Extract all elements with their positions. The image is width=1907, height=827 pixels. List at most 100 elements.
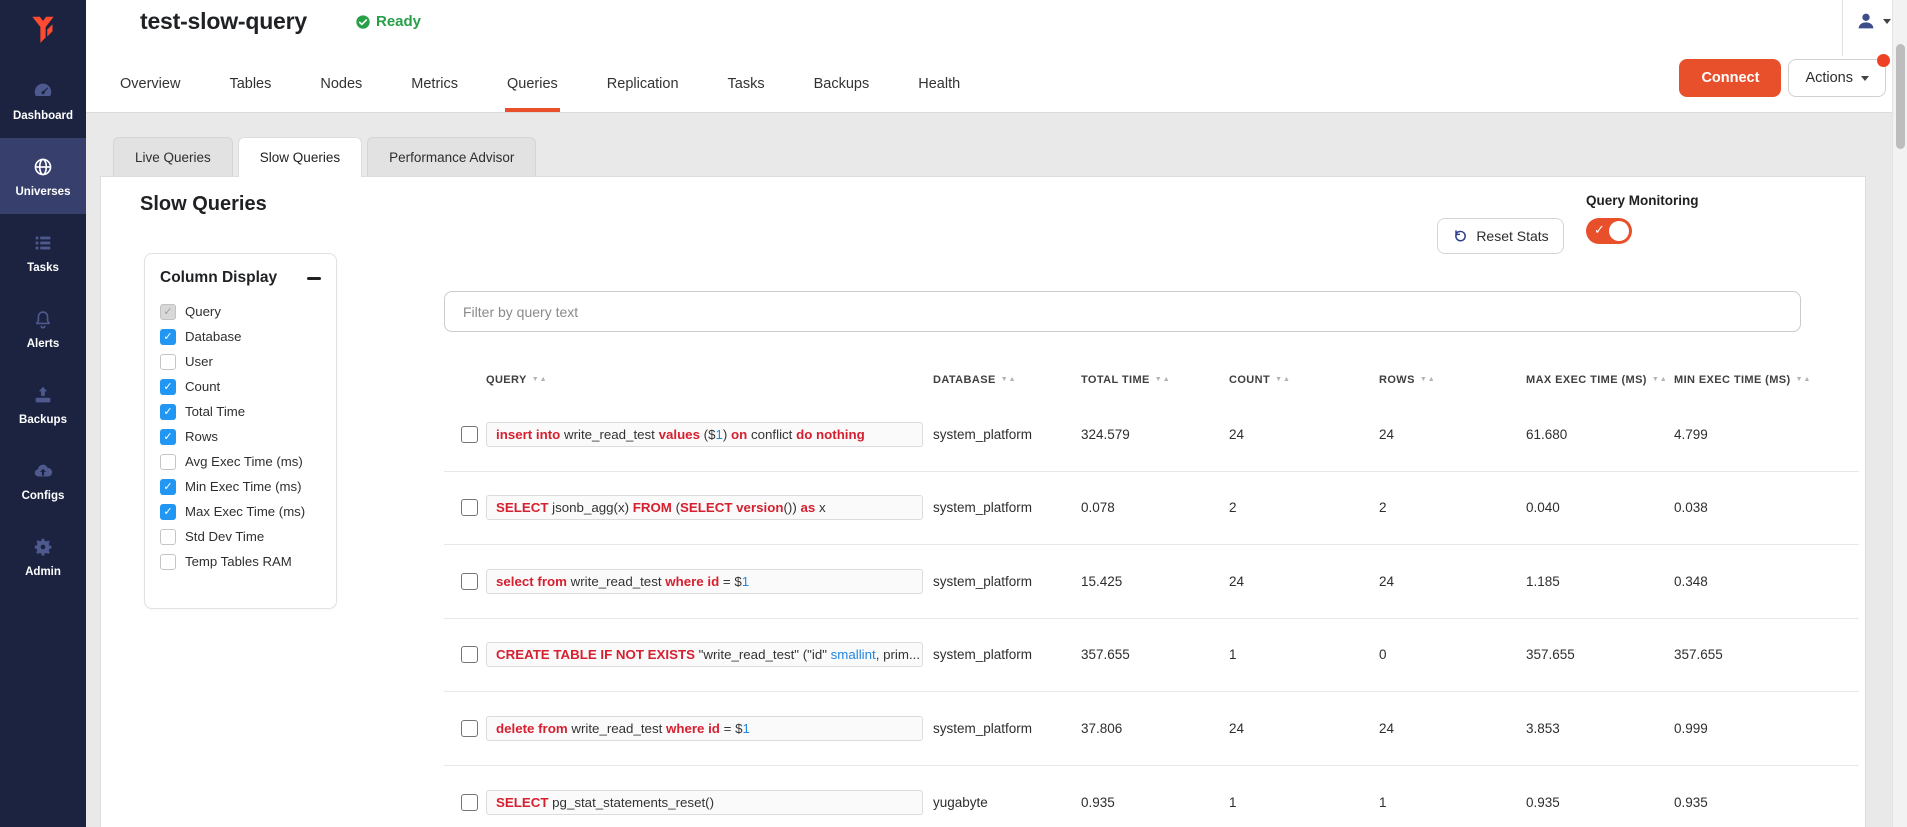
checkbox-unchecked[interactable]: [160, 454, 176, 470]
tab-tables[interactable]: Tables: [227, 76, 273, 112]
column-header-total-time[interactable]: TOTAL TIME▼▲: [1081, 374, 1229, 386]
checkbox-checked[interactable]: ✓: [160, 504, 176, 520]
table-row[interactable]: SELECT pg_stat_statements_reset()yugabyt…: [444, 766, 1859, 827]
checkbox-checked[interactable]: ✓: [160, 479, 176, 495]
row-checkbox-cell: [444, 646, 486, 663]
row-checkbox[interactable]: [461, 499, 478, 516]
tab-metrics[interactable]: Metrics: [409, 76, 460, 112]
user-menu[interactable]: [1855, 10, 1891, 32]
checkbox-checked[interactable]: ✓: [160, 329, 176, 345]
column-display-header: Column Display: [145, 254, 336, 297]
query-segment-pl: ($: [704, 427, 716, 442]
sidebar-item-label: Dashboard: [13, 110, 73, 122]
column-option-label: User: [185, 354, 213, 369]
column-option-count[interactable]: ✓ Count: [160, 374, 321, 399]
row-checkbox[interactable]: [461, 573, 478, 590]
actions-button[interactable]: Actions: [1788, 59, 1886, 97]
tab-nodes[interactable]: Nodes: [318, 76, 364, 112]
query-segment-pl: , prim...: [876, 647, 920, 662]
table-row[interactable]: insert into write_read_test values ($1) …: [444, 398, 1859, 472]
dashboard-icon: [31, 79, 55, 103]
column-option-label: Count: [185, 379, 220, 394]
query-filter-input[interactable]: [444, 291, 1801, 332]
subtab-live-queries[interactable]: Live Queries: [113, 137, 233, 176]
sidebar-item-universes[interactable]: Universes: [0, 138, 86, 214]
row-checkbox[interactable]: [461, 720, 478, 737]
checkbox-checked[interactable]: ✓: [160, 404, 176, 420]
yugabyte-logo[interactable]: [0, 0, 86, 62]
column-header-max-exec-time-ms[interactable]: MAX EXEC TIME (MS)▼▲: [1526, 374, 1674, 386]
column-option-user[interactable]: User: [160, 349, 321, 374]
column-option-min-exec-time-ms[interactable]: ✓Min Exec Time (ms): [160, 474, 321, 499]
sidebar-item-dashboard[interactable]: Dashboard: [0, 62, 86, 138]
column-option-temp-tables-ram[interactable]: Temp Tables RAM: [160, 549, 321, 574]
cell-rows: 24: [1379, 721, 1526, 736]
column-option-std-dev-time[interactable]: Std Dev Time: [160, 524, 321, 549]
connect-button[interactable]: Connect: [1679, 59, 1781, 97]
tab-backups[interactable]: Backups: [812, 76, 872, 112]
table-row[interactable]: SELECT jsonb_agg(x) FROM (SELECT version…: [444, 472, 1859, 546]
checkbox-checked[interactable]: ✓: [160, 429, 176, 445]
column-header-count[interactable]: COUNT▼▲: [1229, 374, 1379, 386]
table-row[interactable]: select from write_read_test where id = $…: [444, 545, 1859, 619]
tab-queries[interactable]: Queries: [505, 76, 560, 112]
checkbox-checked[interactable]: ✓: [160, 379, 176, 395]
checkbox-unchecked[interactable]: [160, 529, 176, 545]
checkbox-unchecked[interactable]: [160, 554, 176, 570]
cell-max-exec-time-ms: 61.680: [1526, 427, 1674, 442]
row-checkbox[interactable]: [461, 794, 478, 811]
row-checkbox[interactable]: [461, 426, 478, 443]
universes-icon: [31, 155, 55, 179]
tab-overview[interactable]: Overview: [118, 76, 182, 112]
cell-total-time: 0.078: [1081, 500, 1229, 515]
table-row[interactable]: CREATE TABLE IF NOT EXISTS "write_read_t…: [444, 619, 1859, 693]
cell-count: 24: [1229, 427, 1379, 442]
column-option-database[interactable]: ✓Database: [160, 324, 321, 349]
query-text[interactable]: SELECT pg_stat_statements_reset(): [486, 790, 923, 815]
checkbox-checked[interactable]: ✓: [160, 304, 176, 320]
subtab-performance-advisor[interactable]: Performance Advisor: [367, 137, 536, 176]
query-segment-kw: FROM: [633, 500, 676, 515]
row-checkbox-cell: [444, 499, 486, 516]
cell-min-exec-time-ms: 0.038: [1674, 500, 1859, 515]
checkbox-unchecked[interactable]: [160, 354, 176, 370]
slow-queries-panel: Slow Queries Reset Stats Query Monitorin…: [100, 176, 1866, 827]
column-header-database[interactable]: DATABASE▼▲: [933, 374, 1081, 386]
sidebar-item-alerts[interactable]: Alerts: [0, 290, 86, 366]
cell-max-exec-time-ms: 1.185: [1526, 574, 1674, 589]
query-text[interactable]: insert into write_read_test values ($1) …: [486, 422, 923, 447]
cell-min-exec-time-ms: 0.935: [1674, 795, 1859, 810]
column-option-rows[interactable]: ✓Rows: [160, 424, 321, 449]
column-option-max-exec-time-ms[interactable]: ✓Max Exec Time (ms): [160, 499, 321, 524]
query-text[interactable]: CREATE TABLE IF NOT EXISTS "write_read_t…: [486, 642, 923, 667]
sidebar-item-backups[interactable]: Backups: [0, 366, 86, 442]
query-text[interactable]: delete from write_read_test where id = $…: [486, 716, 923, 741]
query-segment-pl: ): [723, 427, 731, 442]
column-option-total-time[interactable]: ✓Total Time: [160, 399, 321, 424]
column-option-avg-exec-time-ms[interactable]: Avg Exec Time (ms): [160, 449, 321, 474]
cell-total-time: 15.425: [1081, 574, 1229, 589]
query-cell: select from write_read_test where id = $…: [486, 569, 933, 594]
query-text[interactable]: SELECT jsonb_agg(x) FROM (SELECT version…: [486, 495, 923, 520]
table-row[interactable]: delete from write_read_test where id = $…: [444, 692, 1859, 766]
subtab-slow-queries[interactable]: Slow Queries: [238, 137, 362, 177]
column-header-min-exec-time-ms[interactable]: MIN EXEC TIME (MS)▼▲: [1674, 374, 1859, 386]
query-segment-kw: do nothing: [796, 427, 865, 442]
sidebar-item-tasks[interactable]: Tasks: [0, 214, 86, 290]
scrollbar-thumb[interactable]: [1896, 44, 1905, 149]
tab-health[interactable]: Health: [916, 76, 962, 112]
tab-tasks[interactable]: Tasks: [726, 76, 767, 112]
chevron-down-icon: [1883, 19, 1891, 24]
column-option-query[interactable]: ✓Query: [160, 299, 321, 324]
tab-replication[interactable]: Replication: [605, 76, 681, 112]
cell-rows: 24: [1379, 574, 1526, 589]
sidebar-item-configs[interactable]: Configs: [0, 442, 86, 518]
column-header-query[interactable]: QUERY▼▲: [486, 374, 933, 386]
row-checkbox[interactable]: [461, 646, 478, 663]
queries-subtabs: Live QueriesSlow QueriesPerformance Advi…: [113, 137, 541, 177]
sidebar-item-admin[interactable]: Admin: [0, 518, 86, 594]
cell-rows: 0: [1379, 647, 1526, 662]
collapse-icon[interactable]: [307, 277, 321, 280]
query-text[interactable]: select from write_read_test where id = $…: [486, 569, 923, 594]
column-header-rows[interactable]: ROWS▼▲: [1379, 374, 1526, 386]
